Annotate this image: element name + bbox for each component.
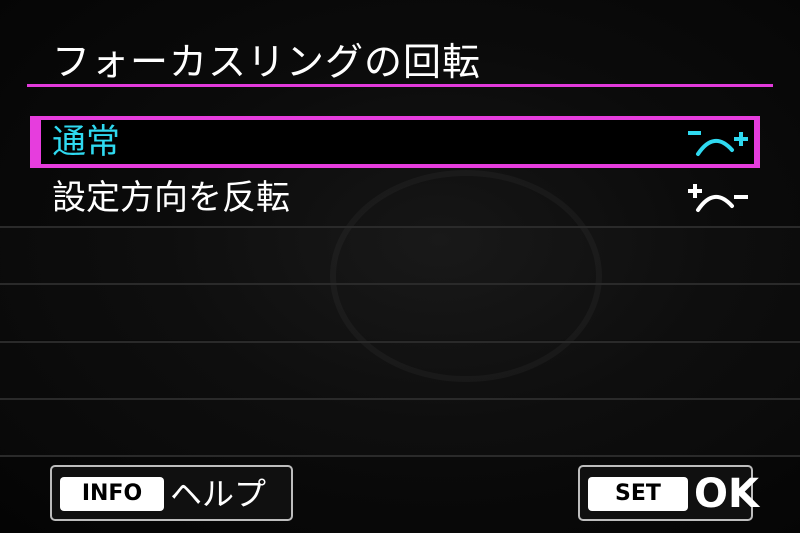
- empty-row: [0, 228, 800, 283]
- empty-row: [0, 400, 800, 455]
- menu-item-reverse[interactable]: 設定方向を反転: [30, 172, 760, 224]
- minus-arc-plus-icon: [688, 131, 748, 156]
- help-label: ヘルプ: [170, 475, 267, 513]
- menu-item-label: 通常: [52, 122, 120, 162]
- set-key-chip: SET: [588, 477, 688, 511]
- camera-menu-screen: フォーカスリングの回転 通常 設定方向を反転 INFO ヘルプ SET OK: [0, 0, 800, 533]
- row-divider: [0, 455, 800, 457]
- empty-row: [0, 285, 800, 340]
- title-divider: [27, 84, 773, 87]
- empty-row: [0, 343, 800, 398]
- menu-item-label: 設定方向を反転: [52, 178, 290, 218]
- page-title: フォーカスリングの回転: [52, 40, 482, 84]
- help-button[interactable]: INFO ヘルプ: [50, 465, 293, 521]
- plus-arc-minus-icon: [688, 184, 748, 212]
- menu-item-highlight: [41, 120, 754, 164]
- ok-label: OK: [694, 471, 759, 517]
- menu-item-normal[interactable]: 通常: [30, 116, 760, 168]
- info-key-chip: INFO: [60, 477, 164, 511]
- ok-button[interactable]: SET OK: [578, 465, 759, 521]
